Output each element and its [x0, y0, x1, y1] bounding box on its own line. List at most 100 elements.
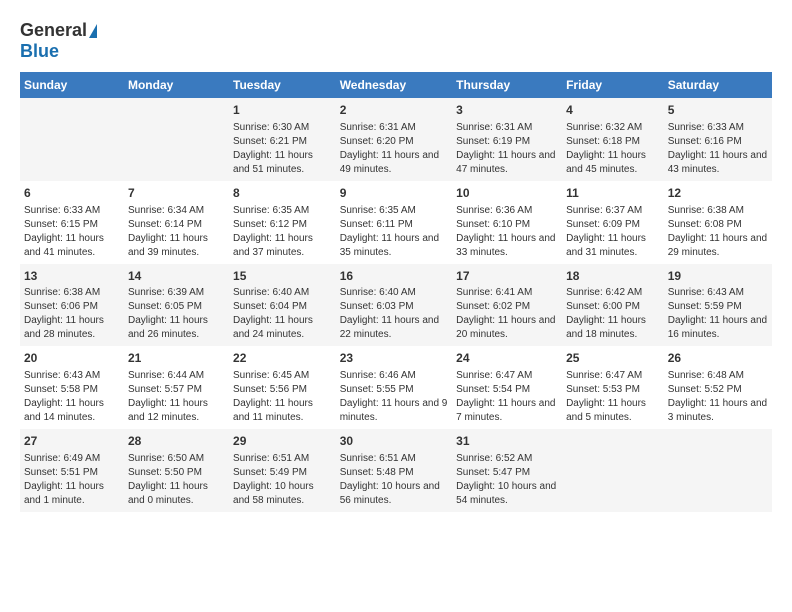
day-number: 5	[668, 102, 768, 119]
day-number: 9	[340, 185, 448, 202]
calendar-day-cell: 26 Sunrise: 6:48 AMSunset: 5:52 PMDayligh…	[664, 346, 772, 429]
day-number: 29	[233, 433, 332, 450]
logo-blue-text: Blue	[20, 41, 59, 62]
calendar-day-cell	[20, 98, 124, 181]
day-number: 2	[340, 102, 448, 119]
day-number: 8	[233, 185, 332, 202]
day-sun-info: Sunrise: 6:37 AMSunset: 6:09 PMDaylight:…	[566, 204, 660, 260]
calendar-day-cell: 1 Sunrise: 6:30 AMSunset: 6:21 PMDaylight…	[229, 98, 336, 181]
day-sun-info: Sunrise: 6:50 AMSunset: 5:50 PMDaylight:…	[128, 452, 225, 508]
day-number: 1	[233, 102, 332, 119]
day-number: 21	[128, 350, 225, 367]
weekday-header-thursday: Thursday	[452, 72, 562, 98]
logo-triangle-icon	[89, 24, 97, 38]
weekday-header-row: SundayMondayTuesdayWednesdayThursdayFrid…	[20, 72, 772, 98]
page-header: General Blue	[20, 20, 772, 62]
day-number: 30	[340, 433, 448, 450]
calendar-day-cell: 19Sunrise: 6:43 AMSunset: 5:59 PMDayligh…	[664, 264, 772, 347]
day-sun-info: Sunrise: 6:40 AMSunset: 6:04 PMDaylight:…	[233, 286, 332, 342]
day-number: 10	[456, 185, 558, 202]
day-number: 26	[668, 350, 768, 367]
day-number: 7	[128, 185, 225, 202]
day-sun-info: Sunrise: 6:36 AMSunset: 6:10 PMDaylight:…	[456, 204, 558, 260]
day-number: 18	[566, 268, 660, 285]
day-number: 24	[456, 350, 558, 367]
day-number: 31	[456, 433, 558, 450]
weekday-header-saturday: Saturday	[664, 72, 772, 98]
calendar-week-row: 27Sunrise: 6:49 AMSunset: 5:51 PMDayligh…	[20, 429, 772, 512]
day-sun-info: Sunrise: 6:34 AMSunset: 6:14 PMDaylight:…	[128, 204, 225, 260]
day-sun-info: Sunrise: 6:33 AMSunset: 6:15 PMDaylight:…	[24, 204, 120, 260]
calendar-day-cell: 25Sunrise: 6:47 AMSunset: 5:53 PMDayligh…	[562, 346, 664, 429]
weekday-header-sunday: Sunday	[20, 72, 124, 98]
calendar-day-cell: 17Sunrise: 6:41 AMSunset: 6:02 PMDayligh…	[452, 264, 562, 347]
day-number: 16	[340, 268, 448, 285]
day-number: 15	[233, 268, 332, 285]
calendar-week-row: 20 Sunrise: 6:43 AMSunset: 5:58 PMDayligh…	[20, 346, 772, 429]
day-sun-info: Sunrise: 6:52 AMSunset: 5:47 PMDaylight:…	[456, 452, 558, 508]
calendar-day-cell: 2 Sunrise: 6:31 AMSunset: 6:20 PMDaylight…	[336, 98, 452, 181]
weekday-header-tuesday: Tuesday	[229, 72, 336, 98]
calendar-day-cell: 16Sunrise: 6:40 AMSunset: 6:03 PMDayligh…	[336, 264, 452, 347]
calendar-day-cell: 11 Sunrise: 6:37 AMSunset: 6:09 PMDayligh…	[562, 181, 664, 264]
day-sun-info: Sunrise: 6:43 AMSunset: 5:59 PMDaylight:…	[668, 286, 768, 342]
calendar-day-cell: 6 Sunrise: 6:33 AMSunset: 6:15 PMDaylight…	[20, 181, 124, 264]
day-number: 4	[566, 102, 660, 119]
day-sun-info: Sunrise: 6:38 AMSunset: 6:06 PMDaylight:…	[24, 286, 120, 342]
day-number: 6	[24, 185, 120, 202]
day-sun-info: Sunrise: 6:40 AMSunset: 6:03 PMDaylight:…	[340, 286, 448, 342]
day-number: 13	[24, 268, 120, 285]
day-sun-info: Sunrise: 6:39 AMSunset: 6:05 PMDaylight:…	[128, 286, 225, 342]
calendar-day-cell: 15Sunrise: 6:40 AMSunset: 6:04 PMDayligh…	[229, 264, 336, 347]
day-sun-info: Sunrise: 6:44 AMSunset: 5:57 PMDaylight:…	[128, 369, 225, 425]
day-number: 25	[566, 350, 660, 367]
day-sun-info: Sunrise: 6:51 AMSunset: 5:48 PMDaylight:…	[340, 452, 448, 508]
calendar-day-cell	[124, 98, 229, 181]
logo-general-text: General	[20, 20, 87, 41]
day-number: 14	[128, 268, 225, 285]
day-number: 20	[24, 350, 120, 367]
calendar-week-row: 1 Sunrise: 6:30 AMSunset: 6:21 PMDaylight…	[20, 98, 772, 181]
day-sun-info: Sunrise: 6:35 AMSunset: 6:11 PMDaylight:…	[340, 204, 448, 260]
calendar-day-cell: 28 Sunrise: 6:50 AMSunset: 5:50 PMDayligh…	[124, 429, 229, 512]
day-sun-info: Sunrise: 6:45 AMSunset: 5:56 PMDaylight:…	[233, 369, 332, 425]
calendar-day-cell: 24Sunrise: 6:47 AMSunset: 5:54 PMDayligh…	[452, 346, 562, 429]
day-number: 22	[233, 350, 332, 367]
day-sun-info: Sunrise: 6:46 AMSunset: 5:55 PMDaylight:…	[340, 369, 448, 425]
day-sun-info: Sunrise: 6:51 AMSunset: 5:49 PMDaylight:…	[233, 452, 332, 508]
calendar-day-cell: 30 Sunrise: 6:51 AMSunset: 5:48 PMDayligh…	[336, 429, 452, 512]
calendar-day-cell: 20 Sunrise: 6:43 AMSunset: 5:58 PMDayligh…	[20, 346, 124, 429]
weekday-header-friday: Friday	[562, 72, 664, 98]
calendar-day-cell: 22 Sunrise: 6:45 AMSunset: 5:56 PMDayligh…	[229, 346, 336, 429]
day-sun-info: Sunrise: 6:35 AMSunset: 6:12 PMDaylight:…	[233, 204, 332, 260]
calendar-day-cell: 8 Sunrise: 6:35 AMSunset: 6:12 PMDaylight…	[229, 181, 336, 264]
calendar-day-cell: 3Sunrise: 6:31 AMSunset: 6:19 PMDaylight…	[452, 98, 562, 181]
calendar-day-cell: 9 Sunrise: 6:35 AMSunset: 6:11 PMDaylight…	[336, 181, 452, 264]
day-number: 11	[566, 185, 660, 202]
calendar-table: SundayMondayTuesdayWednesdayThursdayFrid…	[20, 72, 772, 512]
calendar-day-cell: 23Sunrise: 6:46 AMSunset: 5:55 PMDayligh…	[336, 346, 452, 429]
day-number: 17	[456, 268, 558, 285]
calendar-day-cell: 31 Sunrise: 6:52 AMSunset: 5:47 PMDayligh…	[452, 429, 562, 512]
day-sun-info: Sunrise: 6:41 AMSunset: 6:02 PMDaylight:…	[456, 286, 558, 342]
calendar-day-cell: 27Sunrise: 6:49 AMSunset: 5:51 PMDayligh…	[20, 429, 124, 512]
day-number: 12	[668, 185, 768, 202]
weekday-header-monday: Monday	[124, 72, 229, 98]
day-sun-info: Sunrise: 6:31 AMSunset: 6:19 PMDaylight:…	[456, 121, 558, 177]
day-sun-info: Sunrise: 6:30 AMSunset: 6:21 PMDaylight:…	[233, 121, 332, 177]
calendar-day-cell: 7 Sunrise: 6:34 AMSunset: 6:14 PMDaylight…	[124, 181, 229, 264]
day-sun-info: Sunrise: 6:33 AMSunset: 6:16 PMDaylight:…	[668, 121, 768, 177]
calendar-week-row: 13Sunrise: 6:38 AMSunset: 6:06 PMDayligh…	[20, 264, 772, 347]
calendar-day-cell: 12Sunrise: 6:38 AMSunset: 6:08 PMDayligh…	[664, 181, 772, 264]
weekday-header-wednesday: Wednesday	[336, 72, 452, 98]
calendar-day-cell: 14Sunrise: 6:39 AMSunset: 6:05 PMDayligh…	[124, 264, 229, 347]
calendar-day-cell: 4Sunrise: 6:32 AMSunset: 6:18 PMDaylight…	[562, 98, 664, 181]
day-sun-info: Sunrise: 6:48 AMSunset: 5:52 PMDaylight:…	[668, 369, 768, 425]
calendar-day-cell	[664, 429, 772, 512]
calendar-day-cell: 21 Sunrise: 6:44 AMSunset: 5:57 PMDayligh…	[124, 346, 229, 429]
calendar-day-cell: 5 Sunrise: 6:33 AMSunset: 6:16 PMDaylight…	[664, 98, 772, 181]
day-sun-info: Sunrise: 6:31 AMSunset: 6:20 PMDaylight:…	[340, 121, 448, 177]
day-number: 28	[128, 433, 225, 450]
day-sun-info: Sunrise: 6:43 AMSunset: 5:58 PMDaylight:…	[24, 369, 120, 425]
calendar-day-cell: 10 Sunrise: 6:36 AMSunset: 6:10 PMDayligh…	[452, 181, 562, 264]
